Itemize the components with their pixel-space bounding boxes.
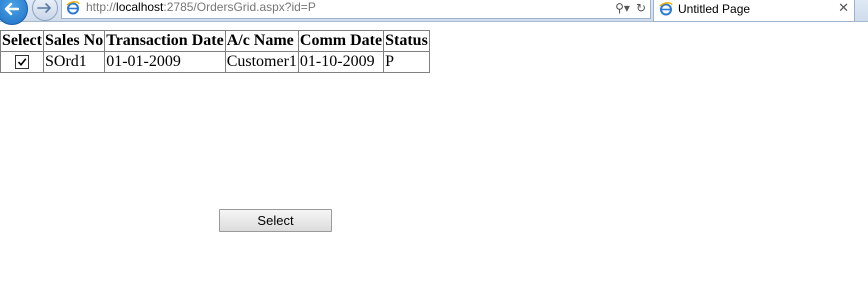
header-select: Select: [0, 30, 44, 52]
status-cell: P: [383, 51, 430, 73]
address-bar[interactable]: http://localhost:2785/OrdersGrid.aspx?id…: [61, 0, 651, 19]
ac-name-cell: Customer1: [224, 51, 299, 73]
select-checkbox[interactable]: [14, 55, 29, 70]
forward-arrow-icon: [37, 3, 51, 13]
checkmark-icon: [17, 58, 27, 67]
search-dropdown-icon[interactable]: ⚲▾: [615, 1, 630, 15]
url-text[interactable]: http://localhost:2785/OrdersGrid.aspx?id…: [86, 0, 316, 17]
back-button[interactable]: [0, 0, 28, 25]
orders-grid: Select Sales No Transaction Date A/c Nam…: [0, 30, 430, 73]
transaction-date-cell: 01-01-2009: [104, 51, 226, 73]
table-row: SOrd1 01-01-2009 Customer1 01-10-2009 P: [0, 51, 430, 73]
url-rest: :2785/OrdersGrid.aspx?id=P: [163, 0, 316, 14]
header-sales-no: Sales No: [42, 30, 106, 52]
sales-no-cell: SOrd1: [42, 51, 106, 73]
header-comm-date: Comm Date: [297, 30, 385, 52]
close-icon[interactable]: ✕: [838, 0, 849, 18]
refresh-icon[interactable]: ↻: [636, 1, 646, 15]
header-ac-name: A/c Name: [224, 30, 299, 52]
comm-date-cell: 01-10-2009: [297, 51, 385, 73]
ie-page-icon: [66, 1, 80, 15]
url-host: localhost: [116, 0, 164, 14]
back-arrow-icon: [4, 2, 19, 16]
header-transaction-date: Transaction Date: [104, 30, 226, 52]
ie-tab-icon: [659, 2, 673, 16]
select-button[interactable]: Select: [219, 209, 332, 232]
header-status: Status: [383, 30, 430, 52]
forward-button[interactable]: [32, 0, 58, 21]
select-cell: [0, 51, 44, 73]
tab-title: Untitled Page: [678, 2, 751, 16]
browser-toolbar: http://localhost:2785/OrdersGrid.aspx?id…: [0, 0, 868, 25]
tab-untitled-page[interactable]: Untitled Page ✕: [653, 0, 855, 22]
url-prefix: http://: [86, 0, 117, 14]
address-tools: ⚲▾ ↻: [615, 0, 646, 17]
grid-header-row: Select Sales No Transaction Date A/c Nam…: [0, 30, 430, 52]
